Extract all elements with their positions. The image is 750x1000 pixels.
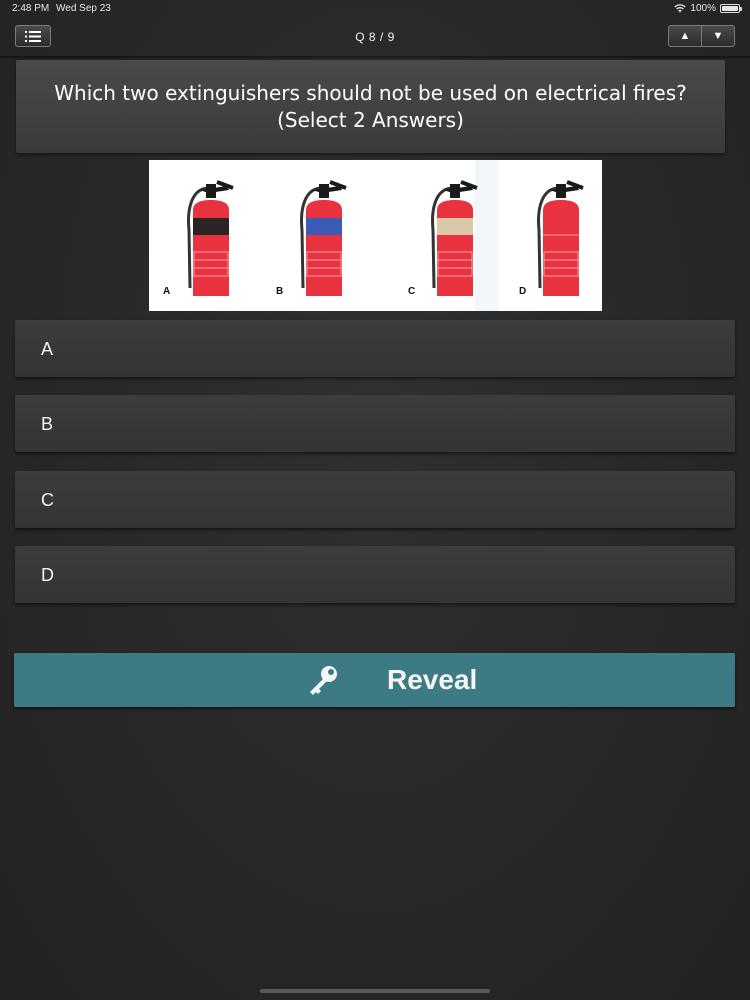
extinguisher-label-c: C <box>408 286 415 297</box>
previous-question-button[interactable]: ▲ <box>669 26 701 46</box>
extinguisher-body <box>437 200 473 296</box>
answer-label: B <box>41 414 54 434</box>
answer-option-a[interactable]: A <box>15 320 735 377</box>
extinguisher-body <box>543 200 579 296</box>
answer-label: D <box>41 565 54 585</box>
key-icon <box>310 666 337 695</box>
answer-label: C <box>41 490 54 510</box>
extinguisher-label-d: D <box>519 286 526 297</box>
answer-label: A <box>41 339 54 359</box>
question-box: Which two extinguishers should not be us… <box>16 60 725 153</box>
question-text: Which two extinguishers should not be us… <box>54 80 687 132</box>
extinguisher-band <box>543 218 579 235</box>
status-date: Wed Sep 23 <box>56 3 111 14</box>
status-indicators: 100% <box>674 3 742 14</box>
nav-bar: Q 8 / 9 ▲ ▼ <box>0 18 750 56</box>
extinguisher-body <box>193 200 229 296</box>
extinguisher-band <box>437 218 473 235</box>
battery-icon <box>720 4 742 13</box>
extinguisher-a <box>187 180 234 296</box>
answer-option-d[interactable]: D <box>15 546 735 603</box>
extinguisher-body <box>306 200 342 296</box>
question-counter: Q 8 / 9 <box>355 30 395 44</box>
extinguisher-label-b: B <box>276 286 283 297</box>
extinguisher-band <box>306 218 342 235</box>
question-navigation: ▲ ▼ <box>668 25 735 47</box>
status-bar: 2:48 PM Wed Sep 23 100% <box>0 0 750 18</box>
reveal-button[interactable]: Reveal <box>14 653 735 707</box>
reveal-label: Reveal <box>387 664 478 695</box>
extinguisher-b <box>300 180 347 296</box>
answer-option-c[interactable]: C <box>15 471 735 528</box>
extinguisher-d <box>537 180 584 296</box>
wifi-icon <box>674 4 687 13</box>
battery-percent: 100% <box>690 3 716 14</box>
status-time: 2:48 PM <box>12 3 50 14</box>
extinguisher-c <box>431 180 478 296</box>
extinguisher-label-a: A <box>163 286 170 297</box>
question-image: A B C D <box>149 160 602 311</box>
next-question-button[interactable]: ▼ <box>701 26 734 46</box>
extinguisher-band <box>193 218 229 235</box>
answer-option-b[interactable]: B <box>15 395 735 452</box>
home-indicator <box>260 989 490 993</box>
